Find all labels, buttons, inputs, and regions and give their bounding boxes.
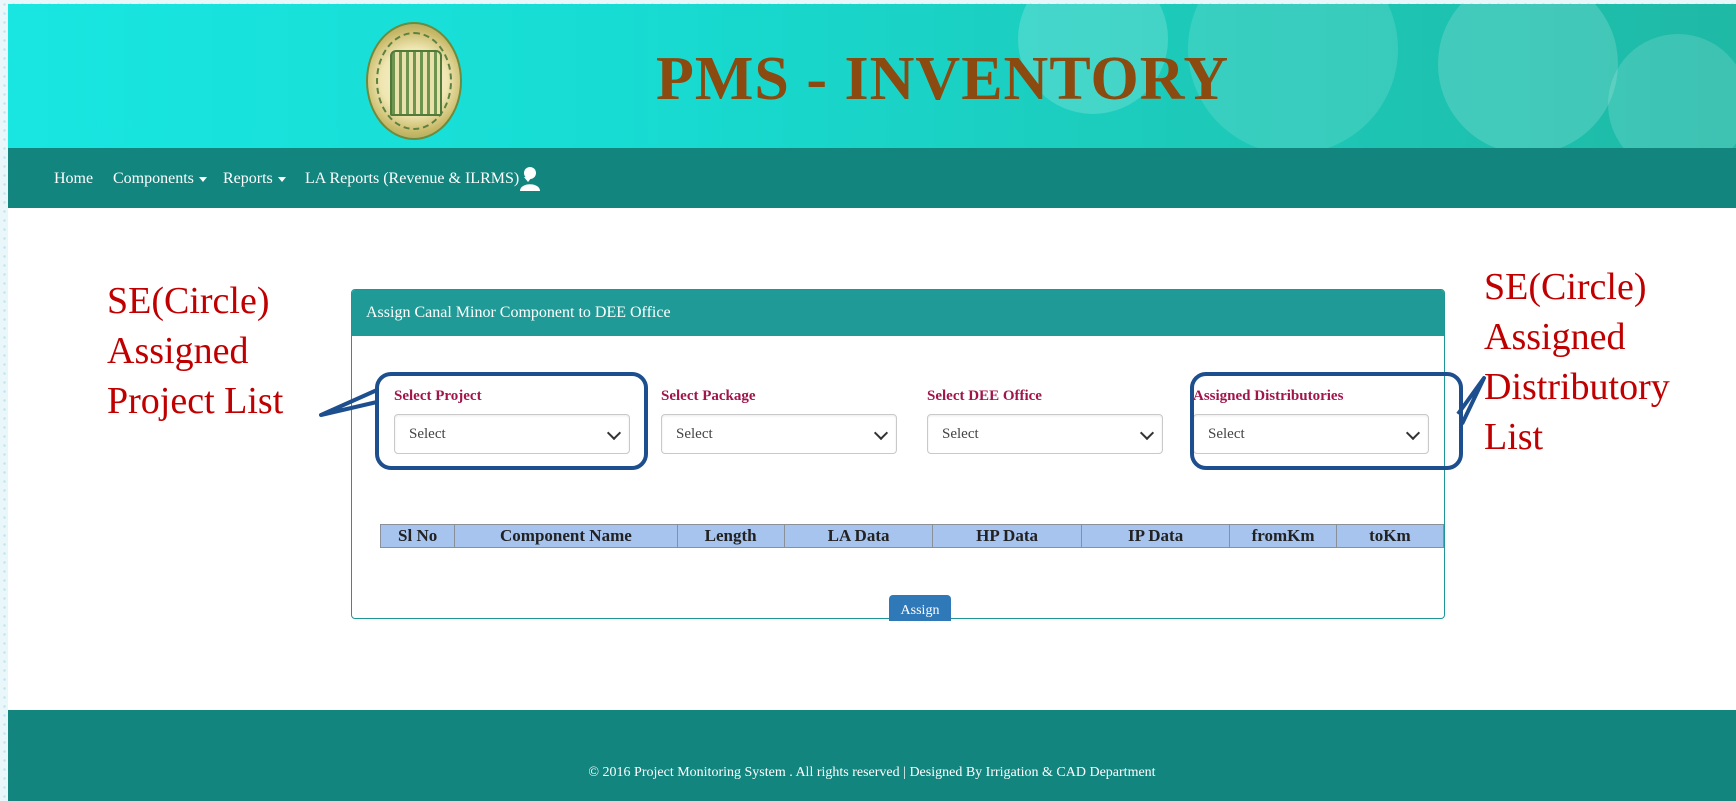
col-length: Length <box>676 524 785 548</box>
footer: © 2016 Project Monitoring System . All r… <box>8 710 1736 801</box>
left-annotation: SE(Circle) Assigned Project List <box>107 276 283 426</box>
project-callout-box <box>375 372 648 470</box>
table-header-row: Sl No Component Name Length LA Data HP D… <box>379 524 1445 548</box>
select-dee-office-value: Select <box>942 426 979 442</box>
col-la-data: LA Data <box>783 524 934 548</box>
distributory-callout-box <box>1190 372 1463 470</box>
col-component-name: Component Name <box>454 524 678 548</box>
main-navbar: Home Components Reports LA Reports (Reve… <box>8 148 1736 208</box>
user-icon[interactable] <box>519 166 541 192</box>
col-ip-data: IP Data <box>1080 524 1231 548</box>
right-annotation-line-2: Assigned <box>1484 316 1626 358</box>
left-annotation-line-1: SE(Circle) <box>107 280 270 322</box>
right-callout-pointer <box>1456 376 1486 425</box>
right-annotation-line-3: Distributory <box>1484 366 1670 408</box>
col-sl-no: Sl No <box>379 524 456 548</box>
select-package-dropdown[interactable]: Select <box>661 414 897 454</box>
nav-la-reports-label: LA Reports (Revenue & ILRMS) <box>305 170 520 187</box>
select-dee-office-label: Select DEE Office <box>927 388 1042 404</box>
panel-title: Assign Canal Minor Component to DEE Offi… <box>352 290 1444 336</box>
nav-home-label: Home <box>54 170 94 187</box>
col-from-km: fromKm <box>1229 524 1337 548</box>
nav-reports-label: Reports <box>223 170 273 187</box>
page: PMS - INVENTORY Home Components Reports … <box>8 4 1736 801</box>
caret-down-icon <box>198 176 207 182</box>
select-package-label: Select Package <box>661 388 756 404</box>
select-dee-office-dropdown[interactable]: Select <box>927 414 1163 454</box>
left-callout-pointer <box>319 388 378 417</box>
nav-components-label: Components <box>113 170 194 187</box>
footer-copyright: © 2016 Project Monitoring System . All r… <box>588 765 1156 780</box>
right-annotation-line-1: SE(Circle) <box>1484 266 1647 308</box>
nav-reports[interactable]: Reports <box>223 170 286 188</box>
telangana-emblem-icon <box>366 22 462 140</box>
page-title: PMS - INVENTORY <box>656 45 1230 113</box>
nav-home[interactable]: Home <box>54 170 93 188</box>
left-annotation-line-2: Assigned <box>107 330 249 372</box>
col-hp-data: HP Data <box>932 524 1082 548</box>
col-to-km: toKm <box>1335 524 1445 548</box>
right-annotation-line-4: List <box>1484 416 1544 458</box>
header-banner: PMS - INVENTORY <box>8 4 1736 148</box>
nav-la-reports[interactable]: LA Reports (Revenue & ILRMS) <box>305 170 533 188</box>
assign-button[interactable]: Assign <box>889 595 951 621</box>
chevron-down-icon <box>873 425 889 441</box>
component-table: Sl No Component Name Length LA Data HP D… <box>379 524 1445 548</box>
select-package-value: Select <box>676 426 713 442</box>
chevron-down-icon <box>1139 425 1155 441</box>
left-annotation-line-3: Project List <box>107 380 284 422</box>
nav-components[interactable]: Components <box>113 170 207 188</box>
right-annotation: SE(Circle) Assigned Distributory List <box>1484 262 1670 462</box>
caret-down-icon <box>277 176 286 182</box>
